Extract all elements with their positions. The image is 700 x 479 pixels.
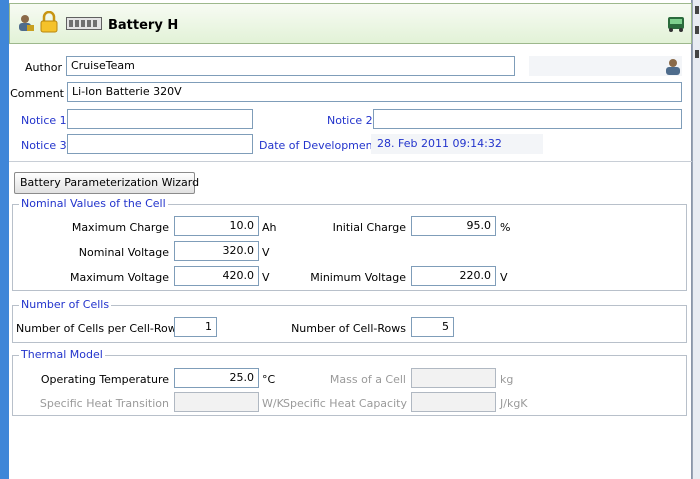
initial-charge-label: Initial Charge: [332, 221, 406, 234]
battery-wizard-button[interactable]: Battery Parameterization Wizard: [14, 172, 199, 194]
user-icon[interactable]: [665, 58, 681, 79]
cell-rows-label: Number of Cell-Rows: [291, 322, 406, 335]
max-voltage-unit: V: [262, 271, 270, 284]
thermal-model-title: Thermal Model: [19, 348, 105, 361]
window-left-edge: [0, 0, 9, 479]
min-voltage-field[interactable]: 220.0: [411, 266, 496, 286]
cell-mass-field[interactable]: [411, 368, 496, 388]
heat-transition-unit: W/K: [262, 397, 284, 410]
editor-header: Battery H: [9, 3, 692, 44]
date-label: Date of Development: [259, 139, 377, 152]
strip-marker: [695, 6, 699, 14]
initial-charge-unit: %: [500, 221, 511, 234]
cell-mass-unit: kg: [500, 373, 514, 386]
min-voltage-unit: V: [500, 271, 508, 284]
max-charge-label: Maximum Charge: [71, 221, 169, 234]
heat-transition-label: Specific Heat Transition: [39, 397, 169, 410]
author-field[interactable]: CruiseTeam: [66, 56, 515, 76]
initial-charge-field[interactable]: 95.0: [411, 216, 496, 236]
heat-capacity-label: Specific Heat Capacity: [283, 397, 407, 410]
device-icon[interactable]: [667, 15, 685, 36]
number-of-cells-title: Number of Cells: [19, 298, 112, 311]
cells-per-row-label: Number of Cells per Cell-Row: [16, 322, 177, 335]
date-value: 28. Feb 2011 09:14:32: [371, 134, 543, 154]
max-charge-field[interactable]: 10.0: [174, 216, 259, 236]
nominal-values-title: Nominal Values of the Cell: [19, 197, 168, 210]
nominal-values-group: Nominal Values of the Cell Maximum Charg…: [12, 197, 687, 291]
max-voltage-label: Maximum Voltage: [70, 271, 169, 284]
heat-transition-field[interactable]: [174, 392, 259, 412]
user-settings-icon[interactable]: [17, 13, 35, 36]
nominal-voltage-label: Nominal Voltage: [78, 246, 169, 259]
min-voltage-label: Minimum Voltage: [310, 271, 406, 284]
max-voltage-field[interactable]: 420.0: [174, 266, 259, 286]
lock-icon[interactable]: [39, 10, 59, 36]
nominal-voltage-unit: V: [262, 246, 270, 259]
heat-capacity-unit: J/kgK: [500, 397, 528, 410]
page-title: Battery H: [108, 18, 179, 33]
notice2-label: Notice 2: [327, 114, 373, 127]
number-of-cells-group: Number of Cells Number of Cells per Cell…: [12, 298, 687, 343]
thermal-model-group: Thermal Model Operating Temperature 25.0…: [12, 348, 687, 416]
notice1-field[interactable]: [67, 109, 253, 129]
comment-label: Comment: [10, 87, 64, 100]
battery-icon: [66, 17, 102, 33]
cell-mass-label: Mass of a Cell: [329, 373, 406, 386]
comment-field[interactable]: Li-Ion Batterie 320V: [67, 82, 682, 102]
strip-marker: [695, 26, 699, 34]
heat-capacity-field[interactable]: [411, 392, 496, 412]
author-info-area: [529, 56, 682, 76]
battery-editor-panel: Battery H Author CruiseTeam Comment Li-I…: [9, 0, 692, 479]
nominal-voltage-field[interactable]: 320.0: [174, 241, 259, 261]
divider: [9, 161, 692, 162]
operating-temp-field[interactable]: 25.0: [174, 368, 259, 388]
notice3-label: Notice 3: [21, 139, 67, 152]
notice2-field[interactable]: [373, 109, 682, 129]
operating-temp-unit: °C: [262, 373, 276, 386]
notice1-label: Notice 1: [21, 114, 67, 127]
strip-marker: [695, 50, 699, 58]
author-label: Author: [24, 61, 62, 74]
operating-temp-label: Operating Temperature: [40, 373, 169, 386]
max-charge-unit: Ah: [262, 221, 277, 234]
right-scroll-strip[interactable]: [692, 0, 700, 479]
cell-rows-field[interactable]: 5: [411, 317, 454, 337]
cells-per-row-field[interactable]: 1: [174, 317, 217, 337]
notice3-field[interactable]: [67, 134, 253, 154]
